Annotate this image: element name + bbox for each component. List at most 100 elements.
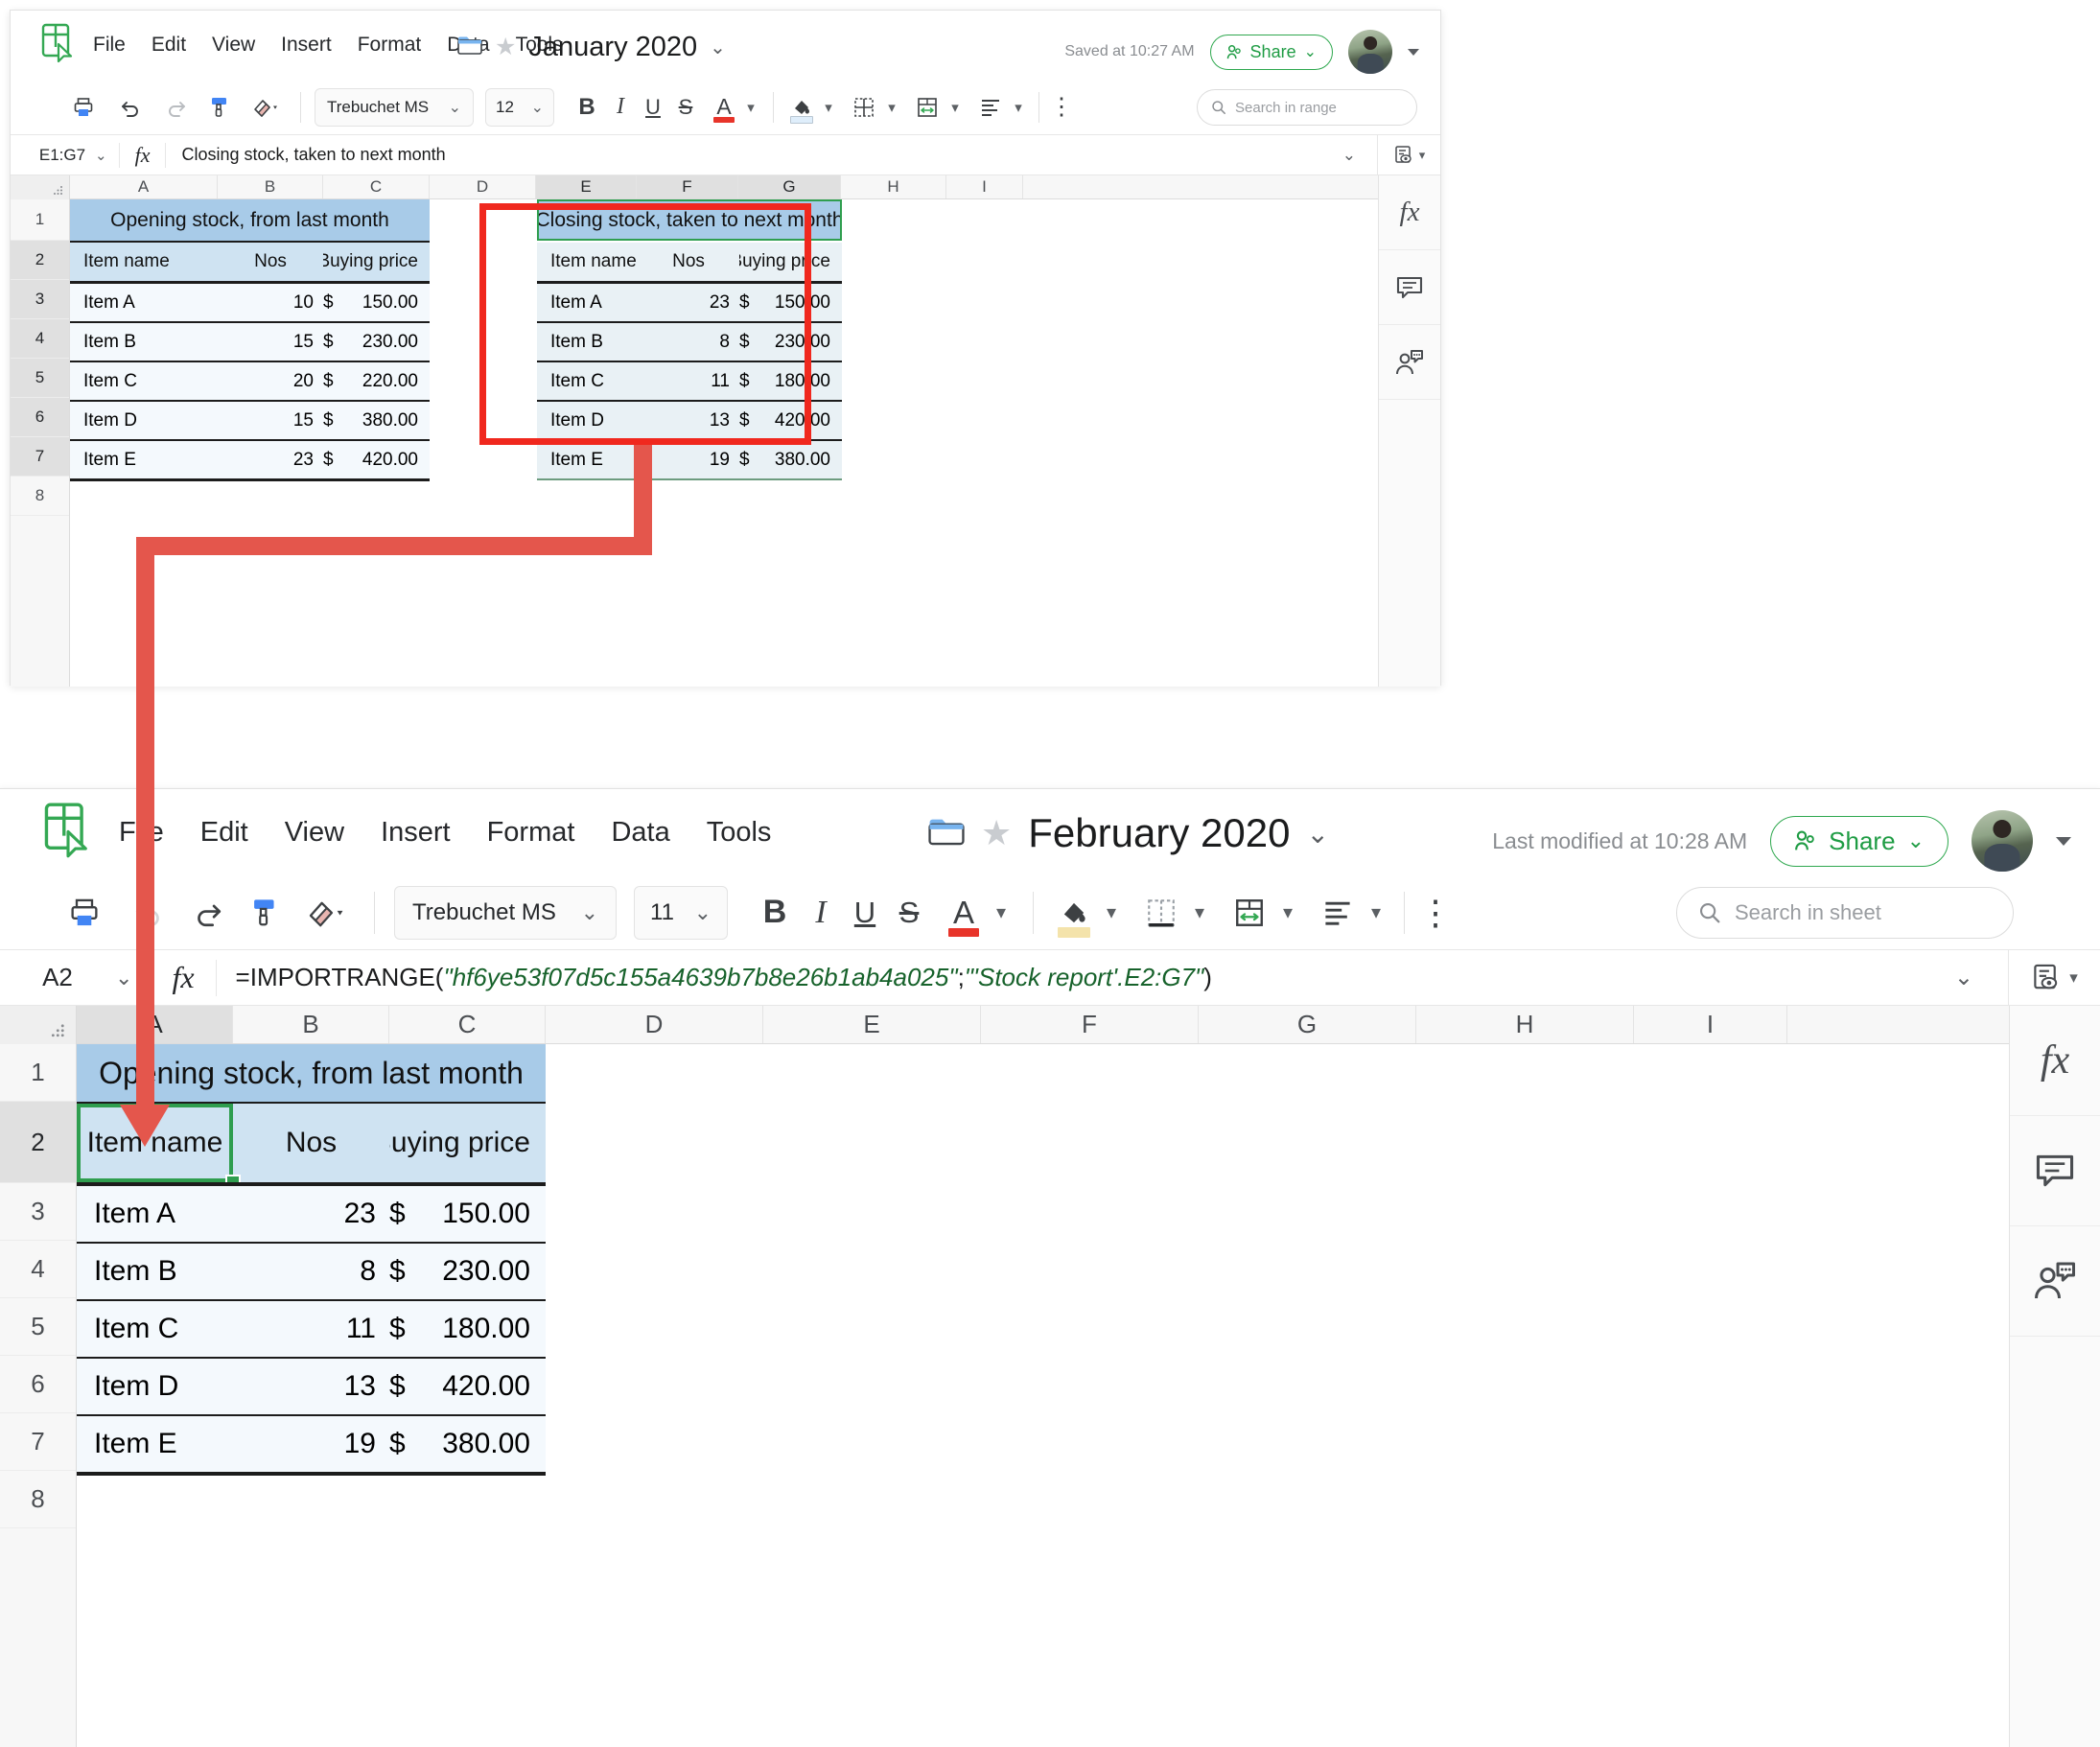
fx-icon[interactable]: fx	[120, 143, 166, 168]
right-r4-nos[interactable]: 13	[638, 402, 739, 439]
column-header-i-2[interactable]: I	[1634, 1006, 1787, 1043]
left-r3-price[interactable]: 220.00	[346, 362, 430, 400]
bottom-header-nos[interactable]: Nos	[233, 1104, 389, 1182]
select-all-corner[interactable]	[11, 175, 70, 199]
share-button-2[interactable]: Share ⌄	[1770, 816, 1948, 867]
chevron-down-icon[interactable]: ⌄	[710, 35, 726, 59]
align-icon[interactable]	[973, 88, 1008, 127]
row-header-6-2[interactable]: 6	[0, 1356, 76, 1413]
borders-icon[interactable]	[847, 88, 881, 127]
row-header-5[interactable]: 5	[11, 359, 69, 398]
merge-cells-icon[interactable]	[910, 88, 945, 127]
bottom-r2-nos[interactable]: 8	[233, 1244, 389, 1299]
menu-data-2[interactable]: Data	[611, 817, 669, 849]
right-r3-price[interactable]: 180.00	[762, 362, 842, 400]
row-header-5-2[interactable]: 5	[0, 1298, 76, 1356]
row-header-7-2[interactable]: 7	[0, 1413, 76, 1471]
bold-button-2[interactable]: B	[751, 886, 799, 940]
menu-edit-2[interactable]: Edit	[200, 817, 248, 849]
cell-reference-2[interactable]: A2	[0, 963, 115, 992]
right-header-nos[interactable]: Nos	[638, 243, 739, 281]
font-family-select[interactable]: Trebuchet MS ⌄	[315, 88, 474, 127]
column-header-b[interactable]: B	[218, 175, 323, 198]
column-header-c-2[interactable]: C	[389, 1006, 546, 1043]
column-header-h-2[interactable]: H	[1416, 1006, 1634, 1043]
italic-button-2[interactable]: I	[799, 886, 843, 940]
column-header-g[interactable]: G	[738, 175, 841, 198]
menu-insert[interactable]: Insert	[281, 34, 332, 57]
menu-view-2[interactable]: View	[285, 817, 344, 849]
row-header-4-2[interactable]: 4	[0, 1241, 76, 1298]
bottom-r1-nos[interactable]: 23	[233, 1186, 389, 1242]
column-header-d[interactable]: D	[430, 175, 536, 198]
redo-icon-2[interactable]	[182, 888, 232, 938]
bottom-r3-price[interactable]: 180.00	[424, 1301, 546, 1357]
right-r5-name[interactable]: Item E	[537, 441, 638, 478]
formula-content-2[interactable]: =IMPORTRANGE("hf6ye53f07d5c155a4639b7b8e…	[217, 963, 1954, 992]
name-box-chevron-down-icon-2[interactable]: ⌄	[115, 966, 132, 990]
print-icon-2[interactable]	[59, 888, 109, 938]
fill-color-chevron-down-icon[interactable]: ▾	[818, 88, 839, 127]
column-header-a[interactable]: A	[70, 175, 218, 198]
paint-format-icon[interactable]	[200, 88, 239, 127]
left-header-item-name[interactable]: Item name	[70, 243, 218, 281]
fx-icon-2[interactable]: fx	[151, 960, 215, 995]
strikethrough-button[interactable]: S	[669, 88, 702, 127]
clear-format-icon-2[interactable]	[297, 888, 355, 938]
folder-icon-2[interactable]	[928, 816, 965, 851]
left-r4-nos[interactable]: 15	[218, 402, 323, 439]
italic-button[interactable]: I	[604, 88, 637, 127]
text-color-button[interactable]: A	[708, 88, 740, 127]
left-r5-nos[interactable]: 23	[218, 441, 323, 478]
row-header-3-2[interactable]: 3	[0, 1183, 76, 1241]
right-table-title[interactable]: Closing stock, taken to next month	[537, 199, 842, 241]
right-r3-name[interactable]: Item C	[537, 362, 638, 400]
menu-format[interactable]: Format	[358, 34, 422, 57]
left-r2-name[interactable]: Item B	[70, 323, 218, 361]
bottom-r2-price[interactable]: 230.00	[424, 1244, 546, 1299]
share-button[interactable]: Share ⌄	[1210, 35, 1333, 70]
row-header-8[interactable]: 8	[11, 477, 69, 516]
right-r2-nos[interactable]: 8	[638, 323, 739, 361]
left-r2-price[interactable]: 230.00	[346, 323, 430, 361]
menu-edit[interactable]: Edit	[152, 34, 186, 57]
bottom-r3-name[interactable]: Item C	[77, 1301, 233, 1357]
row-header-1-2[interactable]: 1	[0, 1044, 76, 1102]
align-chevron-down-icon-2[interactable]: ▾	[1362, 886, 1390, 940]
bottom-r5-nos[interactable]: 19	[233, 1416, 389, 1472]
bottom-r3-nos[interactable]: 11	[233, 1301, 389, 1357]
column-header-b-2[interactable]: B	[233, 1006, 389, 1043]
left-r3-name[interactable]: Item C	[70, 362, 218, 400]
row-header-2-2[interactable]: 2	[0, 1102, 76, 1183]
font-size-select[interactable]: 12 ⌄	[485, 88, 554, 127]
sidebar-comment-icon[interactable]	[1379, 250, 1440, 325]
merge-chevron-down-icon-2[interactable]: ▾	[1273, 886, 1302, 940]
search-input-2[interactable]: Search in sheet	[1676, 887, 2014, 939]
left-r2-nos[interactable]: 15	[218, 323, 323, 361]
right-r1-name[interactable]: Item A	[537, 284, 638, 321]
borders-icon-2[interactable]	[1137, 886, 1185, 940]
data-view-icon[interactable]: ▾	[1378, 145, 1440, 166]
bottom-r1-name[interactable]: Item A	[77, 1186, 233, 1242]
menu-tools-2[interactable]: Tools	[707, 817, 772, 849]
right-r2-price[interactable]: 230.00	[762, 323, 842, 361]
fill-color-icon[interactable]	[785, 88, 818, 127]
column-header-h[interactable]: H	[841, 175, 946, 198]
borders-chevron-down-icon-2[interactable]: ▾	[1185, 886, 1214, 940]
underline-button-2[interactable]: U	[843, 886, 887, 940]
chevron-down-icon-2[interactable]: ⌄	[1306, 818, 1328, 850]
avatar[interactable]	[1348, 30, 1392, 74]
left-r5-price[interactable]: 420.00	[346, 441, 430, 478]
sidebar-comment-icon-2[interactable]	[2010, 1116, 2100, 1226]
right-r2-name[interactable]: Item B	[537, 323, 638, 361]
star-icon-2[interactable]: ★	[981, 816, 1012, 850]
undo-icon[interactable]	[112, 88, 151, 127]
redo-icon[interactable]	[156, 88, 195, 127]
right-r3-nos[interactable]: 11	[638, 362, 739, 400]
strikethrough-button-2[interactable]: S	[887, 886, 931, 940]
row-header-7[interactable]: 7	[11, 437, 69, 477]
left-header-nos[interactable]: Nos	[218, 243, 323, 281]
bottom-r4-price[interactable]: 420.00	[424, 1359, 546, 1414]
row-header-3[interactable]: 3	[11, 280, 69, 319]
avatar-2[interactable]	[1972, 810, 2033, 872]
